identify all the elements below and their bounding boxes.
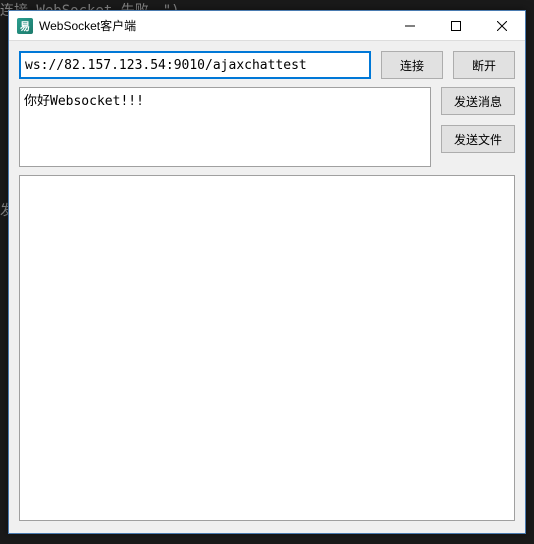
url-input[interactable] xyxy=(19,51,371,79)
send-message-button[interactable]: 发送消息 xyxy=(441,87,515,115)
log-output[interactable] xyxy=(20,176,514,520)
close-button[interactable] xyxy=(479,11,525,40)
message-input[interactable] xyxy=(20,88,430,166)
window-title: WebSocket客户端 xyxy=(39,17,387,34)
connect-button[interactable]: 连接 xyxy=(381,51,443,79)
send-file-button[interactable]: 发送文件 xyxy=(441,125,515,153)
maximize-button[interactable] xyxy=(433,11,479,40)
minimize-button[interactable] xyxy=(387,11,433,40)
app-icon: 易 xyxy=(17,18,33,34)
client-area: 连接 断开 发送消息 发送文件 xyxy=(9,41,525,533)
app-window: 易 WebSocket客户端 连接 断开 发送消息 发送 xyxy=(8,10,526,534)
titlebar[interactable]: 易 WebSocket客户端 xyxy=(9,11,525,41)
url-row: 连接 断开 xyxy=(19,51,515,79)
message-row: 发送消息 发送文件 xyxy=(19,87,515,167)
log-output-wrap xyxy=(19,175,515,521)
window-controls xyxy=(387,11,525,40)
disconnect-button[interactable]: 断开 xyxy=(453,51,515,79)
send-buttons-column: 发送消息 发送文件 xyxy=(441,87,515,153)
message-input-wrap xyxy=(19,87,431,167)
